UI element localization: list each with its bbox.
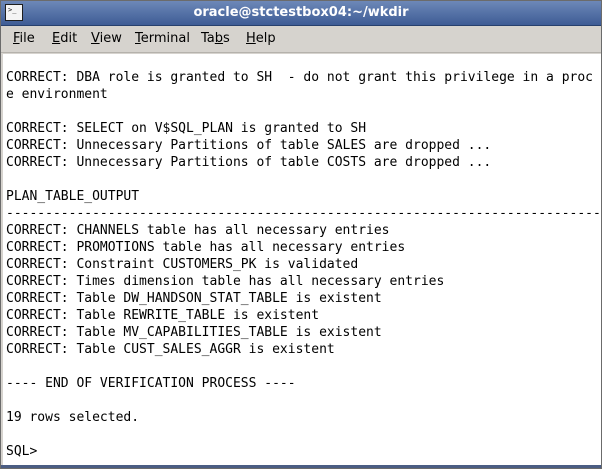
terminal-separator-line: ----------------------------------------… [6,206,601,221]
terminal-line: CORRECT: DBA role is granted to SH - do … [6,70,593,85]
terminal-line: CORRECT: Unnecessary Partitions of table… [6,138,492,153]
terminal-line: CORRECT: Table MV_CAPABILITIES_TABLE is … [6,325,382,340]
menu-tabs[interactable]: Tabs [201,31,230,47]
sql-prompt[interactable]: SQL> [6,443,37,460]
window-title: oracle@stctestbox04:~/wkdir [193,5,409,20]
terminal-line: CORRECT: PROMOTIONS table has all necess… [6,240,406,255]
menu-terminal[interactable]: Terminal [135,31,190,47]
menu-help[interactable]: Help [246,31,276,47]
terminal-line: 19 rows selected. [6,410,140,425]
terminal-line: CORRECT: CHANNELS table has all necessar… [6,223,390,238]
terminal-window: >_ oracle@stctestbox04:~/wkdir File Edit… [0,0,602,469]
terminal-line: CORRECT: Times dimension table has all n… [6,274,445,289]
terminal-line: CORRECT: Constraint CUSTOMERS_PK is vali… [6,257,359,272]
terminal-line: PLAN_TABLE_OUTPUT [6,189,140,204]
terminal-line: CORRECT: Table REWRITE_TABLE is existent [6,308,320,323]
terminal-line: CORRECT: Unnecessary Partitions of table… [6,155,492,170]
terminal-output[interactable]: CORRECT: DBA role is granted to SH - do … [3,54,601,465]
terminal-line: ---- END OF VERIFICATION PROCESS ---- [6,376,296,391]
terminal-line: CORRECT: Table DW_HANDSON_STAT_TABLE is … [6,291,382,306]
window-bottom-border [1,465,601,468]
terminal-line: CORRECT: SELECT on V$SQL_PLAN is granted… [6,121,367,136]
menu-view[interactable]: View [91,31,122,47]
title-bar[interactable]: >_ oracle@stctestbox04:~/wkdir [1,1,601,26]
terminal-line: CORRECT: Table CUST_SALES_AGGR is existe… [6,342,335,357]
menu-edit[interactable]: Edit [52,31,77,47]
menu-bar: File Edit View Terminal Tabs Help [1,26,601,53]
menu-file[interactable]: File [13,31,35,47]
terminal-line: e environment [6,87,108,102]
